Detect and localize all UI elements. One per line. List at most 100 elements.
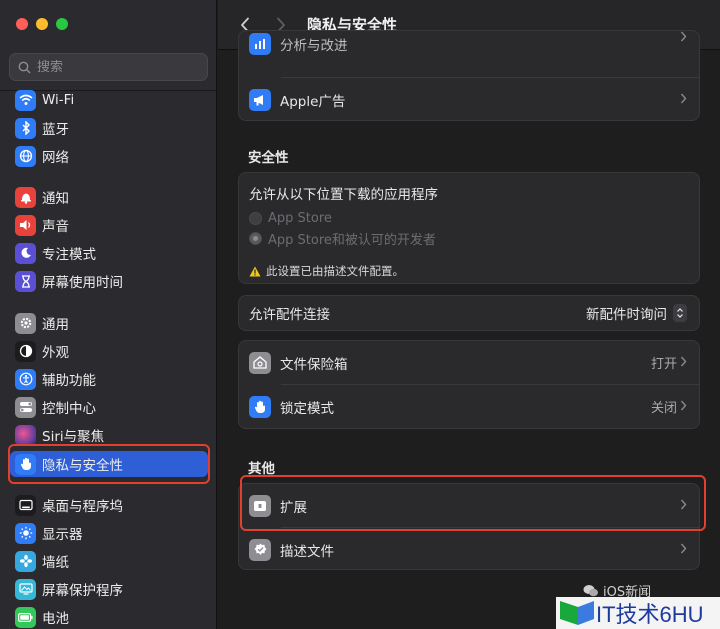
updown-chevron-icon [673, 304, 687, 322]
sidebar-item-label: 辅助功能 [42, 373, 96, 389]
moon-icon [15, 242, 36, 264]
filevault-lockdown-card: 文件保险箱 打开 锁定模式 关闭 [238, 340, 700, 429]
sidebar-item-label: 专注模式 [42, 247, 96, 263]
sidebar-item-label: Wi-Fi [42, 92, 75, 108]
chevron-right-icon [680, 31, 687, 42]
window-controls [16, 18, 68, 30]
sidebar-item-appearance[interactable]: 外观 [10, 338, 208, 364]
search-field[interactable] [9, 53, 208, 81]
sidebar-item-label: 蓝牙 [42, 122, 69, 138]
sidebar-item-battery[interactable]: 电池 [10, 604, 208, 629]
sidebar-item-network[interactable]: 网络 [10, 143, 208, 169]
bell-icon [15, 186, 36, 208]
sidebar-item-label: 外观 [42, 345, 69, 361]
close-window-button[interactable] [16, 18, 28, 30]
lockdown-value: 关闭 [650, 401, 677, 416]
chevron-right-icon [680, 543, 687, 554]
sidebar-item-label: 墙纸 [42, 555, 69, 571]
analytics-label: 分析与改进 [280, 38, 348, 54]
radio-label: App Store [268, 210, 332, 226]
site-logo-icon [556, 597, 596, 629]
sidebar-item-screensaver[interactable]: 屏幕保护程序 [10, 576, 208, 602]
checkmark-badge-icon [249, 538, 271, 561]
sidebar-item-control-center[interactable]: 控制中心 [10, 394, 208, 420]
speaker-icon [15, 214, 36, 236]
other-card: 扩展 描述文件 [238, 483, 700, 570]
megaphone-icon [249, 88, 271, 111]
globe-icon [15, 145, 36, 167]
filevault-row[interactable]: 文件保险箱 打开 [239, 341, 699, 384]
puzzle-extension-icon [249, 494, 271, 517]
analytics-icon [249, 33, 271, 55]
search-icon [18, 61, 31, 74]
extensions-row[interactable]: 扩展 [239, 484, 699, 527]
sidebar-item-label: 控制中心 [42, 401, 96, 417]
radio-app-store-identified[interactable]: App Store和被认可的开发者 [249, 228, 689, 248]
minimize-window-button[interactable] [36, 18, 48, 30]
sidebar-item-label: 显示器 [42, 527, 83, 543]
gear-icon [15, 312, 36, 334]
profiles-row[interactable]: 描述文件 [239, 528, 699, 569]
appearance-icon [15, 340, 36, 362]
sidebar-item-screen-time[interactable]: 屏幕使用时间 [10, 268, 208, 294]
sidebar-item-general[interactable]: 通用 [10, 310, 208, 336]
profiles-label: 描述文件 [280, 543, 334, 560]
site-watermark: IT技术6HU [556, 597, 720, 629]
security-heading: 安全性 [248, 150, 289, 166]
allow-download-label: 允许从以下位置下载的应用程序 [249, 187, 438, 203]
wifi-icon [15, 89, 36, 111]
sidebar-item-privacy-security[interactable]: 隐私与安全性 [10, 451, 208, 477]
site-watermark-text: IT技术6HU [596, 602, 704, 627]
sidebar-item-accessibility[interactable]: 辅助功能 [10, 366, 208, 392]
hand-icon [249, 395, 271, 418]
sidebar-item-focus[interactable]: 专注模式 [10, 240, 208, 266]
extensions-label: 扩展 [280, 499, 307, 516]
radio-label: App Store和被认可的开发者 [268, 232, 436, 248]
zoom-window-button[interactable] [56, 18, 68, 30]
accessory-label: 允许配件连接 [249, 307, 330, 323]
house-vault-icon [249, 351, 271, 374]
sidebar-item-label: 隐私与安全性 [42, 458, 123, 474]
radio-app-store[interactable]: App Store [249, 208, 689, 228]
sidebar-item-displays[interactable]: 显示器 [10, 520, 208, 546]
sidebar-item-wallpaper[interactable]: 墙纸 [10, 548, 208, 574]
sun-icon [15, 522, 36, 544]
profile-notice-text: 此设置已由描述文件配置。 [266, 264, 404, 278]
sidebar-item-label: 屏幕保护程序 [42, 583, 123, 599]
flower-icon [15, 550, 36, 572]
analytics-row[interactable]: 分析与改进 [239, 31, 699, 77]
other-heading: 其他 [248, 461, 275, 477]
sidebar-item-siri[interactable]: Siri与聚焦 [10, 422, 208, 448]
screensaver-icon [15, 578, 36, 600]
sidebar-item-label: Siri与聚焦 [42, 429, 105, 445]
sidebar-item-label: 屏幕使用时间 [42, 275, 123, 291]
radio-button[interactable] [249, 211, 262, 225]
lockdown-label: 锁定模式 [280, 400, 334, 417]
accessory-row: 允许配件连接 新配件时询问 [239, 296, 699, 330]
siri-icon [15, 424, 36, 446]
sidebar-item-desktop-dock[interactable]: 桌面与程序坞 [10, 492, 208, 518]
accessory-value: 新配件时询问 [586, 307, 667, 323]
sidebar-item-label: 网络 [42, 150, 69, 166]
profile-notice: 此设置已由描述文件配置。 [249, 263, 689, 279]
wechat-icon [583, 584, 598, 596]
search-input[interactable] [37, 59, 187, 75]
lockdown-row[interactable]: 锁定模式 关闭 [239, 385, 699, 428]
toggles-icon [15, 396, 36, 418]
accessory-popup[interactable]: 新配件时询问 [586, 303, 687, 323]
apple-ads-label: Apple广告 [280, 93, 346, 110]
sidebar-item-bluetooth[interactable]: 蓝牙 [10, 115, 208, 141]
chevron-right-icon [680, 93, 687, 104]
sidebar-item-notifications[interactable]: 通知 [10, 184, 208, 210]
radio-button-selected[interactable] [249, 231, 262, 245]
chevron-right-icon [680, 499, 687, 510]
accessory-card: 允许配件连接 新配件时询问 [238, 295, 700, 331]
sidebar-item-sound[interactable]: 声音 [10, 212, 208, 238]
warning-icon [249, 266, 261, 276]
accessibility-icon [15, 368, 36, 390]
sidebar-item-wifi[interactable]: Wi-Fi [10, 87, 208, 113]
apple-ads-row[interactable]: Apple广告 [239, 78, 699, 120]
sidebar-item-label: 桌面与程序坞 [42, 499, 123, 515]
sidebar: Wi-Fi 蓝牙 网络 通知 声音 [0, 0, 217, 629]
main-content: 隐私与安全性 分析与改进 Apple广告 安全性 允许从以下位置下载的应用程序 … [218, 0, 720, 629]
